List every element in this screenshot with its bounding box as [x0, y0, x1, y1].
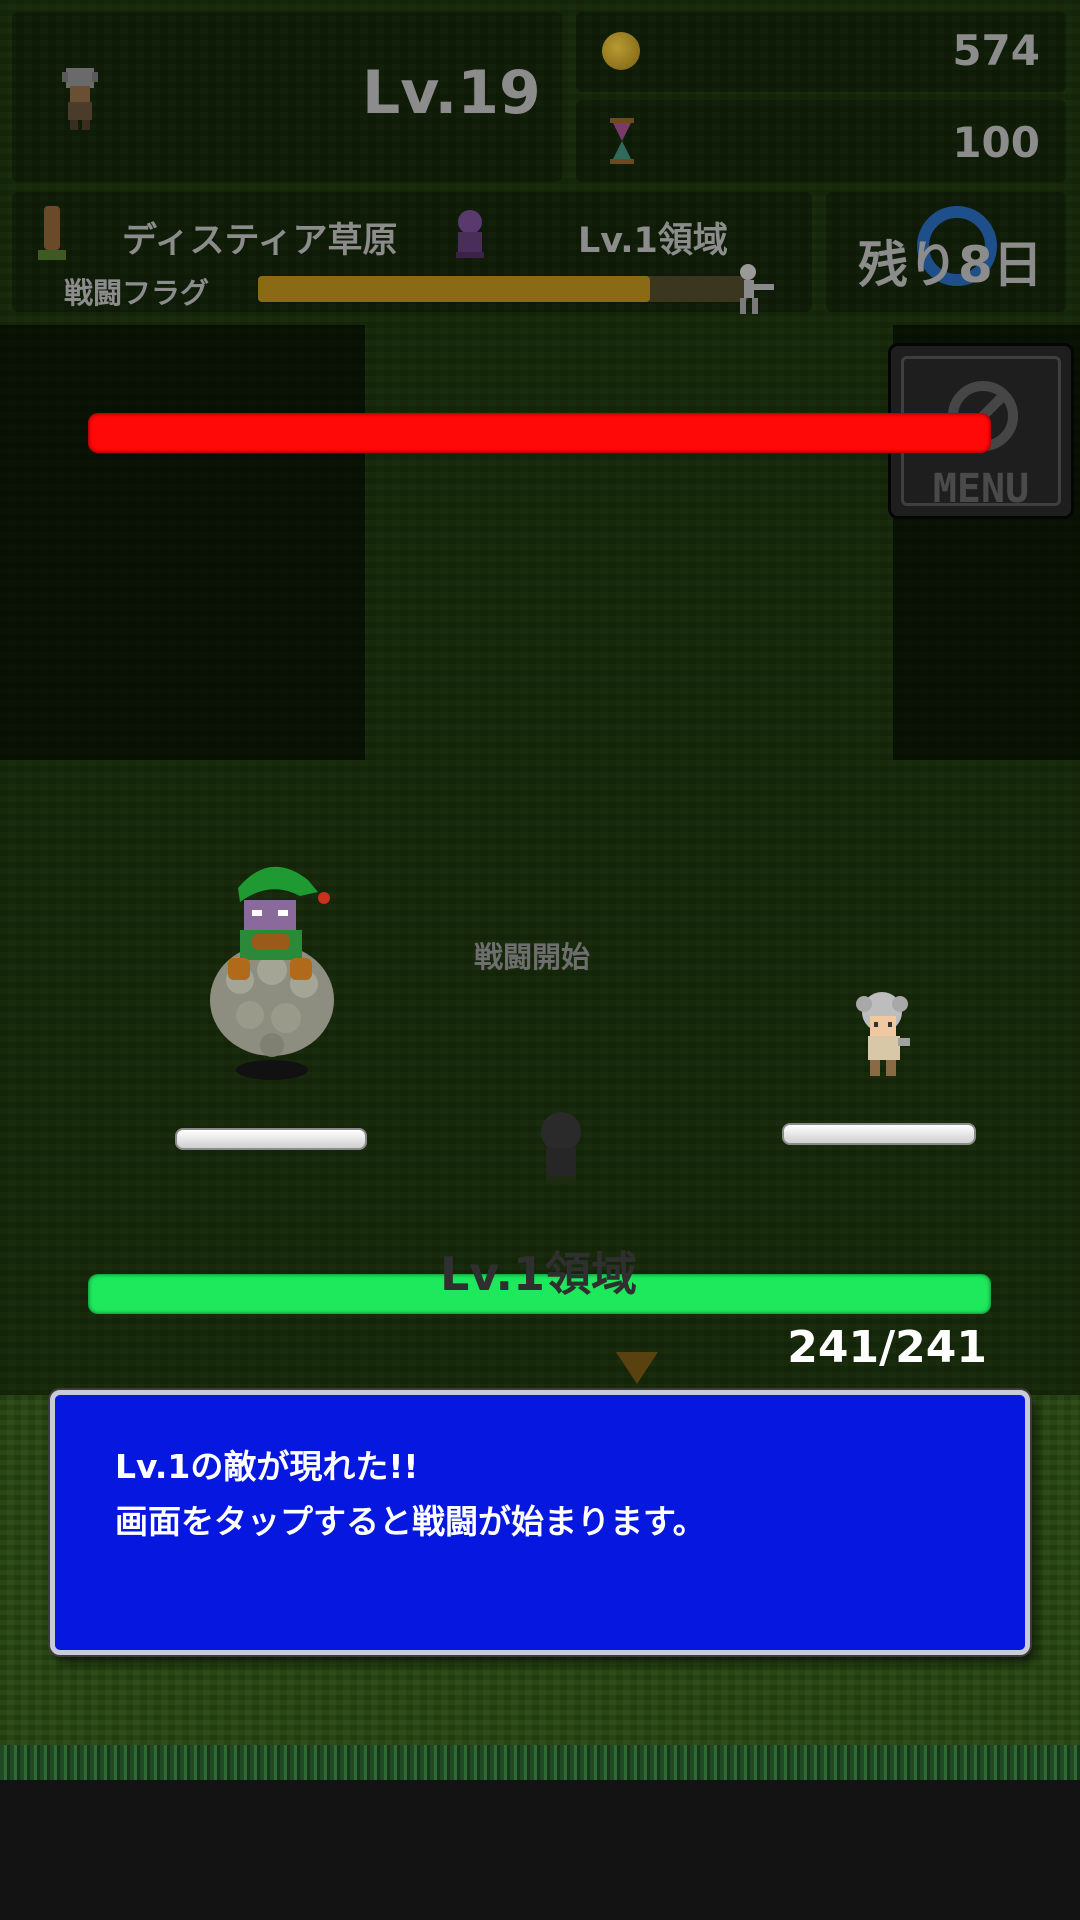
player-portrait-icon [62, 68, 98, 130]
dark-panel-left [0, 325, 365, 760]
enemy-goblin-on-rock [210, 866, 334, 1080]
signpost-icon [38, 206, 66, 260]
area-creature-icon [456, 210, 484, 258]
gold-value: 574 [952, 26, 1040, 75]
bottom-band [0, 1790, 1080, 1920]
background-villager [541, 1112, 581, 1184]
battle-flag-gauge [258, 276, 748, 302]
background-area-text: Lv.1領域 [440, 1247, 638, 1301]
tall-grass-strip [0, 1745, 1080, 1780]
battle-flag-fill [258, 276, 650, 302]
battle-flag-label: 戦闘フラグ [64, 276, 210, 310]
days-left: 残り8日 [858, 236, 1043, 294]
player-character [856, 992, 910, 1076]
player-hp-text: 241/241 [787, 1322, 987, 1373]
running-figure-icon [740, 264, 774, 314]
enemy-atb-bar [175, 1128, 367, 1150]
player-level: Lv.19 [362, 58, 541, 128]
dialog-line-1: Lv.1の敵が現れた!! [115, 1447, 419, 1486]
gold-coin-icon [602, 32, 640, 70]
area-name: ディスティア草原 [122, 221, 398, 261]
menu-label: MENU [932, 466, 1030, 512]
area-level: Lv.1領域 [578, 221, 728, 261]
player-atb-bar [782, 1123, 976, 1145]
hourglass-icon [610, 118, 634, 164]
time-value: 100 [952, 118, 1040, 167]
enemy-hp-bar [88, 413, 991, 453]
battle-start-label: 戦闘開始 [474, 940, 591, 974]
continue-arrow-icon [616, 1352, 658, 1384]
dialog-line-2: 画面をタップすると戦闘が始まります。 [115, 1502, 706, 1541]
message-dialog[interactable]: Lv.1の敵が現れた!! 画面をタップすると戦闘が始まります。 [50, 1390, 1030, 1655]
